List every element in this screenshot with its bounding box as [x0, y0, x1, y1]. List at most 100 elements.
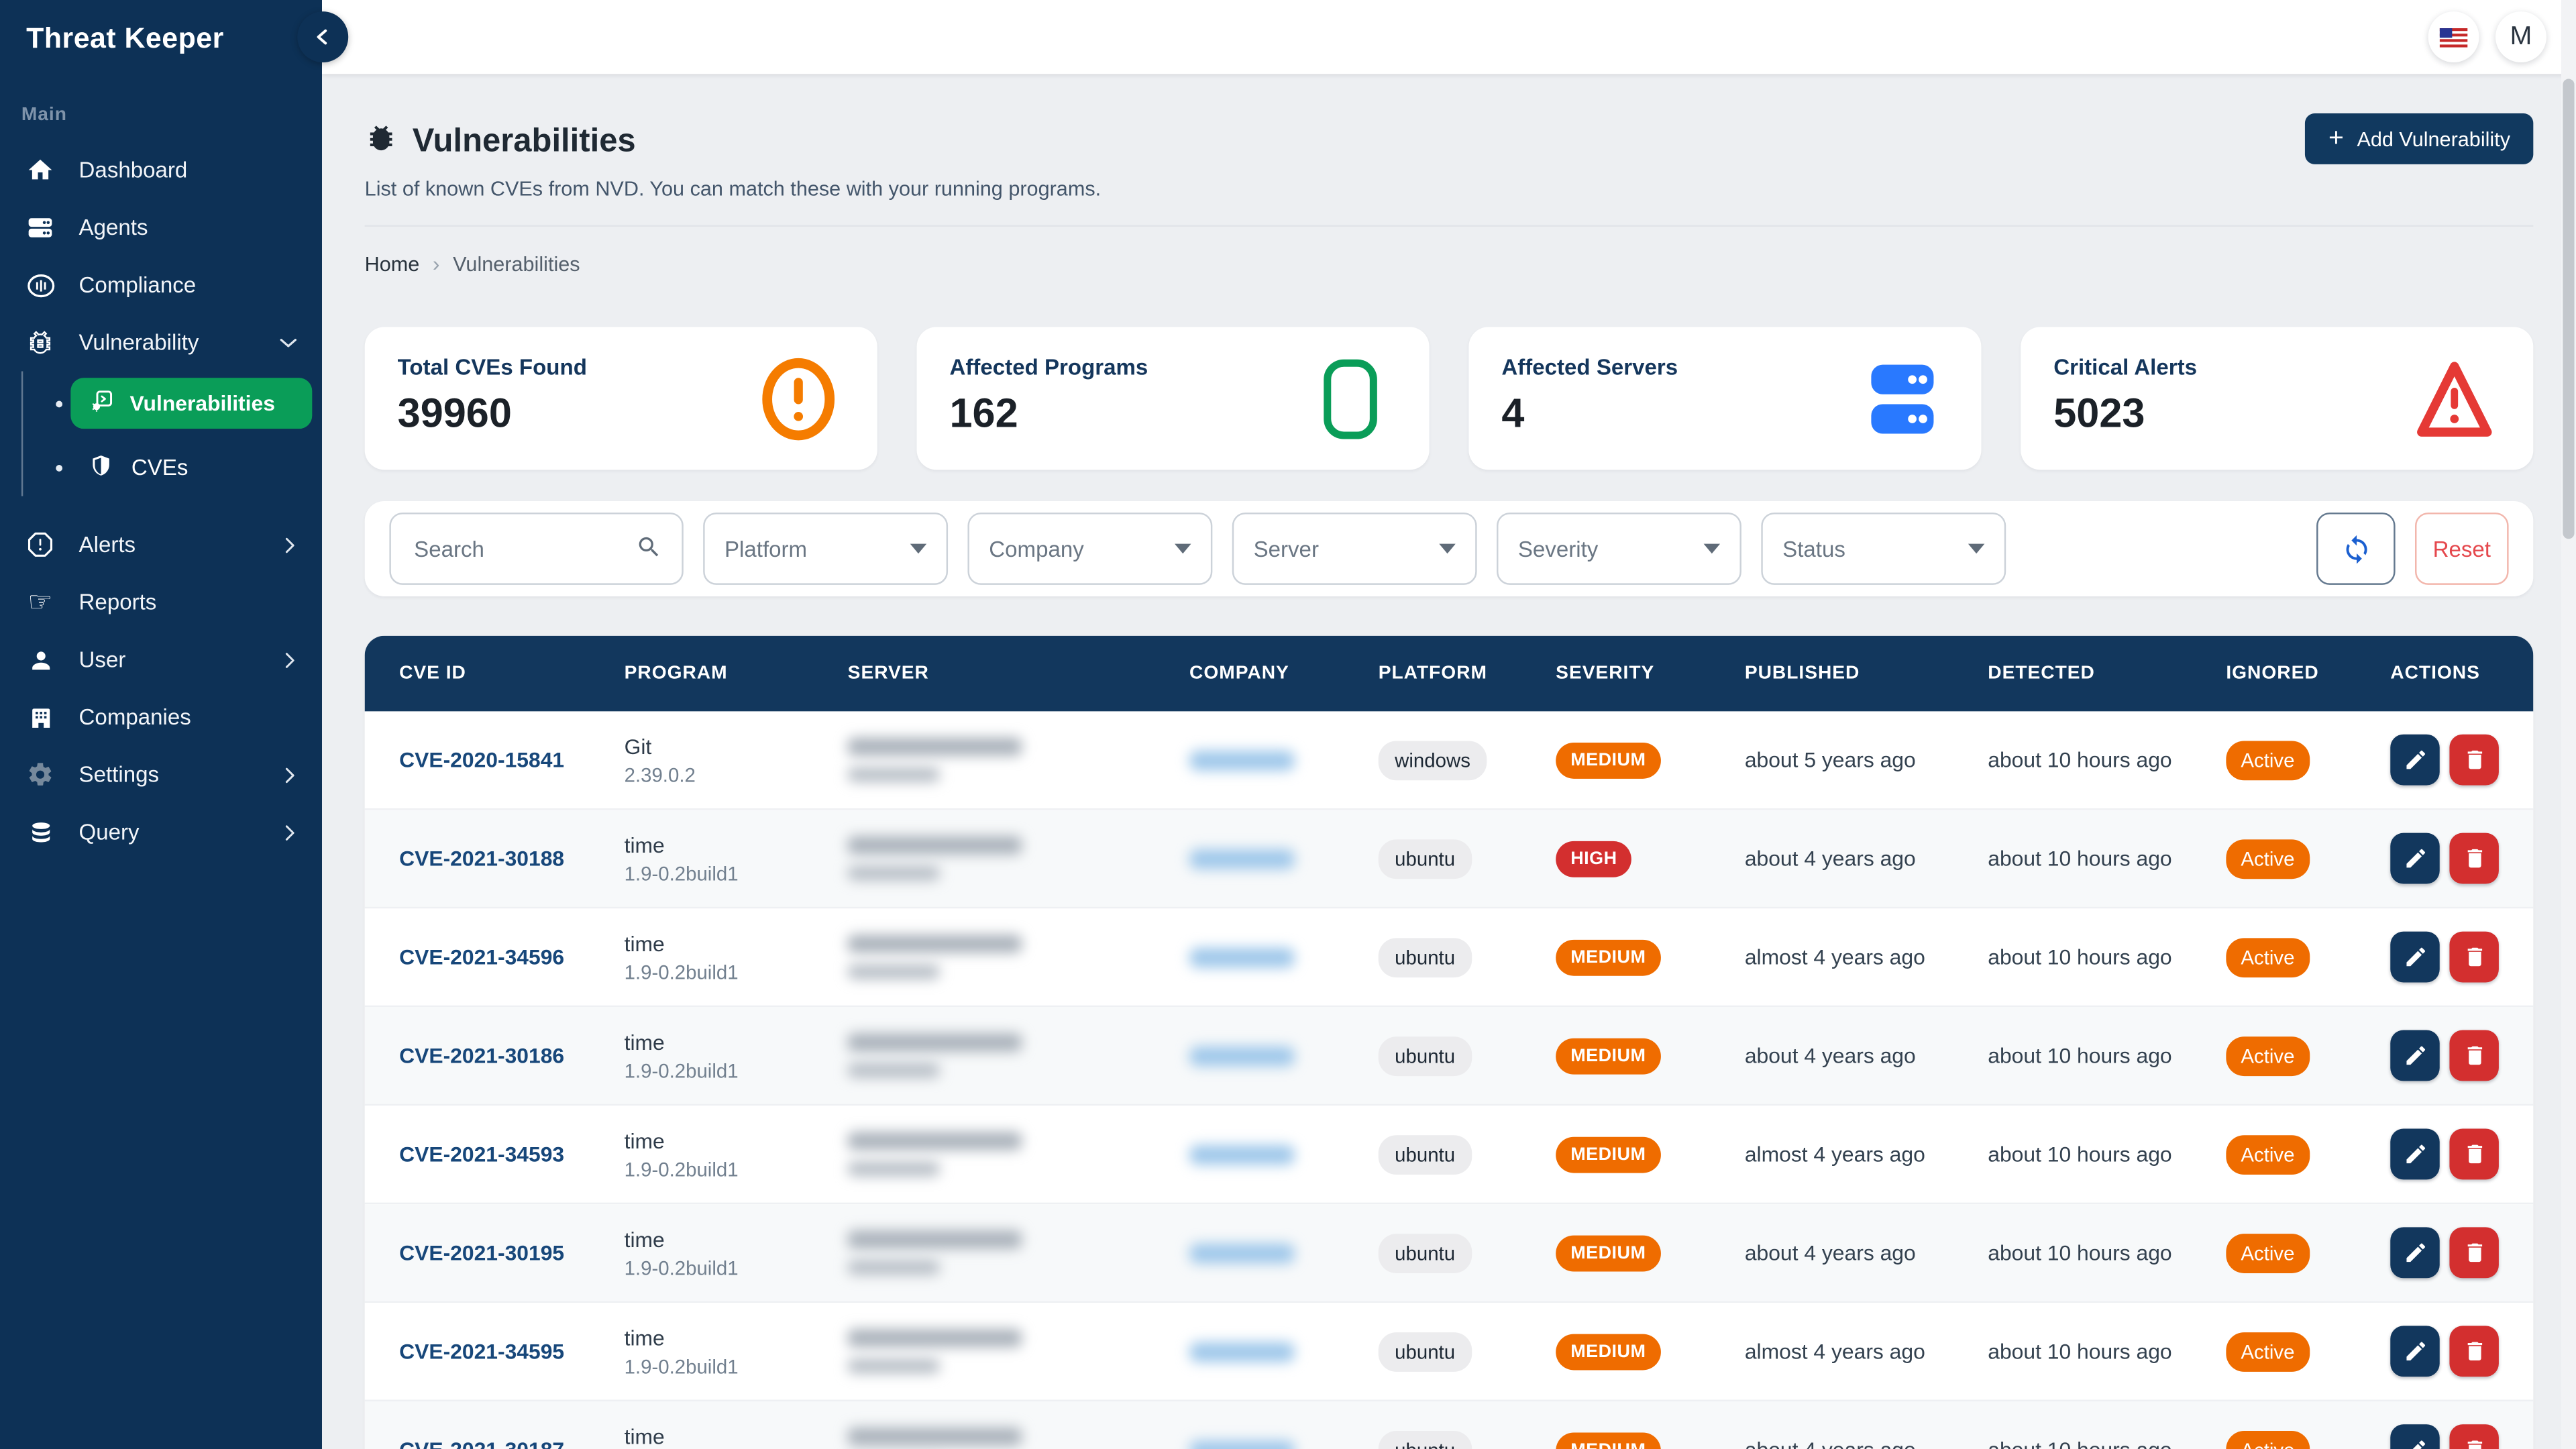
cve-id-link[interactable]: CVE-2021-30195: [399, 1240, 564, 1265]
vulnerabilities-table: CVE ID PROGRAM SERVER COMPANY PLATFORM S…: [365, 636, 2534, 1449]
company-dropdown[interactable]: Company: [967, 513, 1212, 585]
breadcrumb-home[interactable]: Home: [365, 252, 420, 275]
pencil-icon: [2403, 1438, 2428, 1449]
cve-id-link[interactable]: CVE-2020-15841: [399, 747, 564, 771]
cve-id-link[interactable]: CVE-2021-30187: [399, 1437, 564, 1449]
delete-button[interactable]: [2449, 1326, 2498, 1377]
redacted-company-link[interactable]: [1189, 1440, 1295, 1449]
sidebar-item-vulnerability[interactable]: Vulnerability: [0, 314, 322, 372]
redacted-company-link[interactable]: [1189, 947, 1295, 967]
edit-button[interactable]: [2390, 1128, 2439, 1179]
sidebar-item-vulnerabilities[interactable]: Vulnerabilities: [70, 378, 312, 429]
redacted-company-link[interactable]: [1189, 1342, 1295, 1361]
server-cell-redacted: [848, 934, 1189, 979]
detected-cell: about 10 hours ago: [1988, 1339, 2226, 1364]
edit-button[interactable]: [2390, 1227, 2439, 1278]
language-flag-button[interactable]: [2428, 11, 2479, 62]
cve-id-link[interactable]: CVE-2021-34595: [399, 1338, 564, 1363]
trash-icon: [2462, 945, 2487, 969]
reset-button[interactable]: Reset: [2415, 513, 2509, 585]
program-version: 1.9-0.2build1: [625, 960, 848, 983]
add-vulnerability-button[interactable]: + Add Vulnerability: [2306, 113, 2534, 164]
sidebar-item-user[interactable]: User: [0, 631, 322, 688]
warning-triangle-icon: [2412, 355, 2497, 443]
redacted-company-link[interactable]: [1189, 849, 1295, 868]
edit-button[interactable]: [2390, 1030, 2439, 1081]
severity-badge: MEDIUM: [1556, 742, 1660, 778]
sidebar-section-label: Main: [21, 105, 322, 125]
sidebar-item-dashboard[interactable]: Dashboard: [0, 142, 322, 199]
sidebar-item-alerts[interactable]: Alerts: [0, 516, 322, 574]
sidebar-item-agents[interactable]: Agents: [0, 199, 322, 256]
cve-id-link[interactable]: CVE-2021-30186: [399, 1042, 564, 1067]
program-name: time: [625, 1226, 848, 1251]
server-dropdown[interactable]: Server: [1232, 513, 1477, 585]
sidebar-item-compliance[interactable]: Compliance: [0, 256, 322, 314]
us-flag-icon: [2440, 27, 2468, 46]
redacted-server-ip: [848, 1358, 940, 1373]
search-field[interactable]: [389, 513, 683, 585]
redacted-server-ip: [848, 1063, 940, 1077]
severity-dropdown[interactable]: Severity: [1497, 513, 1741, 585]
delete-button[interactable]: [2449, 735, 2498, 786]
published-cell: almost 4 years ago: [1745, 945, 1988, 969]
platform-chip: ubuntu: [1379, 1430, 1472, 1449]
window-scrollbar: [2561, 0, 2576, 1449]
plus-icon: +: [2328, 125, 2344, 152]
redacted-server-name: [848, 837, 1022, 855]
delete-button[interactable]: [2449, 1030, 2498, 1081]
sidebar-item-label: Settings: [79, 762, 159, 787]
servers-icon: [1860, 355, 1945, 443]
detected-cell: about 10 hours ago: [1988, 1438, 2226, 1449]
search-input[interactable]: [411, 535, 636, 563]
program-version: 2.39.0.2: [625, 763, 848, 786]
sidebar-item-cves[interactable]: CVEs: [70, 442, 206, 493]
delete-button[interactable]: [2449, 1227, 2498, 1278]
sidebar-collapse-button[interactable]: [297, 11, 348, 62]
scrollbar-thumb[interactable]: [2563, 79, 2574, 539]
app-title: Threat Keeper: [0, 0, 322, 56]
home-icon: [25, 156, 56, 184]
redacted-company-link[interactable]: [1189, 1144, 1295, 1164]
redacted-company-link[interactable]: [1189, 1243, 1295, 1263]
platform-chip: ubuntu: [1379, 1233, 1472, 1273]
edit-button[interactable]: [2390, 1424, 2439, 1449]
program-name: time: [625, 1029, 848, 1054]
status-dropdown[interactable]: Status: [1761, 513, 2006, 585]
redacted-company-link[interactable]: [1189, 750, 1295, 769]
edit-button[interactable]: [2390, 932, 2439, 983]
server-cell-redacted: [848, 1329, 1189, 1373]
detected-cell: about 10 hours ago: [1988, 945, 2226, 969]
edit-button[interactable]: [2390, 1326, 2439, 1377]
topbar: M: [322, 0, 2576, 74]
platform-dropdown[interactable]: Platform: [703, 513, 948, 585]
severity-badge: MEDIUM: [1556, 1333, 1660, 1369]
user-avatar[interactable]: M: [2496, 11, 2546, 62]
redacted-company-link[interactable]: [1189, 1046, 1295, 1065]
sidebar-item-query[interactable]: Query: [0, 804, 322, 861]
cve-id-link[interactable]: CVE-2021-34593: [399, 1141, 564, 1166]
table-row: CVE-2021-34595 time 1.9-0.2build1 ubuntu…: [365, 1303, 2534, 1401]
sidebar-item-companies[interactable]: Companies: [0, 688, 322, 746]
table-row: CVE-2021-34596 time 1.9-0.2build1 ubuntu…: [365, 908, 2534, 1007]
trash-icon: [2462, 747, 2487, 772]
delete-button[interactable]: [2449, 932, 2498, 983]
edit-button[interactable]: [2390, 735, 2439, 786]
pencil-icon: [2403, 1043, 2428, 1068]
delete-button[interactable]: [2449, 1424, 2498, 1449]
sidebar-item-reports[interactable]: ☞ Reports: [0, 574, 322, 631]
redacted-server-ip: [848, 1260, 940, 1275]
stat-card-critical-alerts: Critical Alerts 5023: [2021, 327, 2533, 470]
sidebar-item-settings[interactable]: Settings: [0, 746, 322, 804]
cve-id-link[interactable]: CVE-2021-30188: [399, 845, 564, 870]
delete-button[interactable]: [2449, 1128, 2498, 1179]
delete-button[interactable]: [2449, 833, 2498, 884]
octagon-alert-icon: [25, 531, 56, 559]
dropdown-label: Severity: [1518, 537, 1598, 561]
severity-badge: MEDIUM: [1556, 1234, 1660, 1271]
refresh-button[interactable]: [2316, 513, 2396, 585]
breadcrumb-current: Vulnerabilities: [453, 252, 580, 275]
breadcrumb: Home › Vulnerabilities: [365, 252, 2534, 276]
edit-button[interactable]: [2390, 833, 2439, 884]
cve-id-link[interactable]: CVE-2021-34596: [399, 944, 564, 969]
